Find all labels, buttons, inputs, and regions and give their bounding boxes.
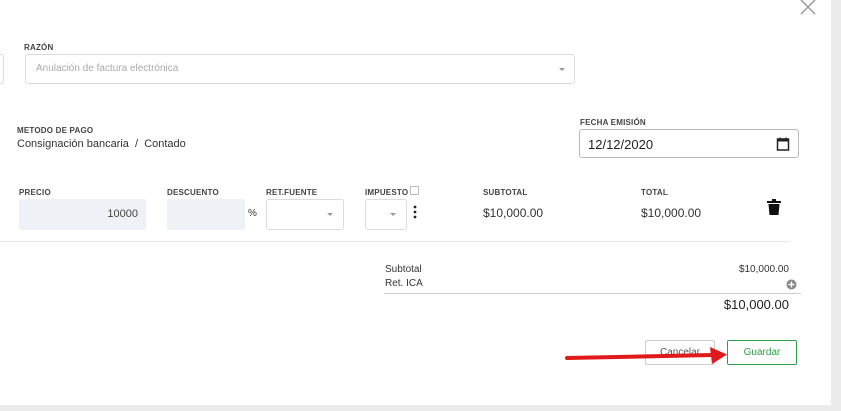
save-button[interactable]: Guardar: [727, 340, 797, 365]
summary-subtotal-label: Subtotal: [385, 264, 422, 275]
summary-subtotal-value: $10,000.00: [738, 264, 789, 275]
trash-icon[interactable]: [767, 199, 781, 216]
chevron-down-icon: [327, 213, 333, 216]
razon-select[interactable]: Anulación de factura electrónica: [25, 54, 575, 84]
summary-retica-label: Ret. ICA: [385, 278, 423, 289]
header-descuento: DESCUENTO: [167, 188, 219, 197]
razon-label: RAZÓN: [24, 43, 54, 52]
summary-total-value: $10,000.00: [723, 297, 789, 312]
row-divider: [0, 241, 790, 242]
more-options-icon[interactable]: [411, 205, 419, 219]
red-arrow-annotation: [565, 347, 727, 364]
payment-label: METODO DE PAGO: [17, 126, 94, 135]
retfuente-select[interactable]: [266, 199, 344, 230]
fecha-value: 12/12/2020: [588, 137, 654, 152]
add-circle-icon[interactable]: [786, 279, 797, 290]
bottom-gutter: [0, 405, 841, 411]
header-impuesto: IMPUESTO: [365, 188, 409, 197]
header-subtotal: SUBTOTAL: [483, 188, 528, 197]
close-icon[interactable]: [798, 0, 818, 17]
fecha-input[interactable]: 12/12/2020: [579, 129, 799, 158]
precio-input[interactable]: 10000: [19, 199, 146, 230]
percent-sign: %: [248, 208, 257, 219]
fecha-label: FECHA EMISIÓN: [580, 118, 646, 127]
descuento-input[interactable]: [167, 199, 245, 230]
calendar-icon[interactable]: [776, 137, 790, 151]
invoice-modal: RAZÓN Anulación de factura electrónica M…: [0, 0, 831, 405]
chevron-down-icon: [559, 68, 565, 71]
impuesto-checkbox[interactable]: [410, 186, 419, 195]
row-subtotal: $10,000.00: [483, 206, 544, 220]
precio-value: 10000: [107, 208, 138, 220]
header-total: TOTAL: [641, 188, 668, 197]
razon-placeholder: Anulación de factura electrónica: [36, 63, 179, 74]
clipped-left-field[interactable]: [0, 54, 4, 84]
summary-divider: [384, 293, 801, 294]
header-precio: PRECIO: [19, 188, 51, 197]
chevron-down-icon: [390, 213, 396, 216]
payment-value: Consignación bancaria / Contado: [17, 138, 186, 150]
row-total: $10,000.00: [641, 206, 702, 220]
header-retfuente: RET.FUENTE: [266, 188, 318, 197]
scrollbar-track[interactable]: [831, 0, 841, 411]
impuesto-select[interactable]: [365, 199, 407, 230]
